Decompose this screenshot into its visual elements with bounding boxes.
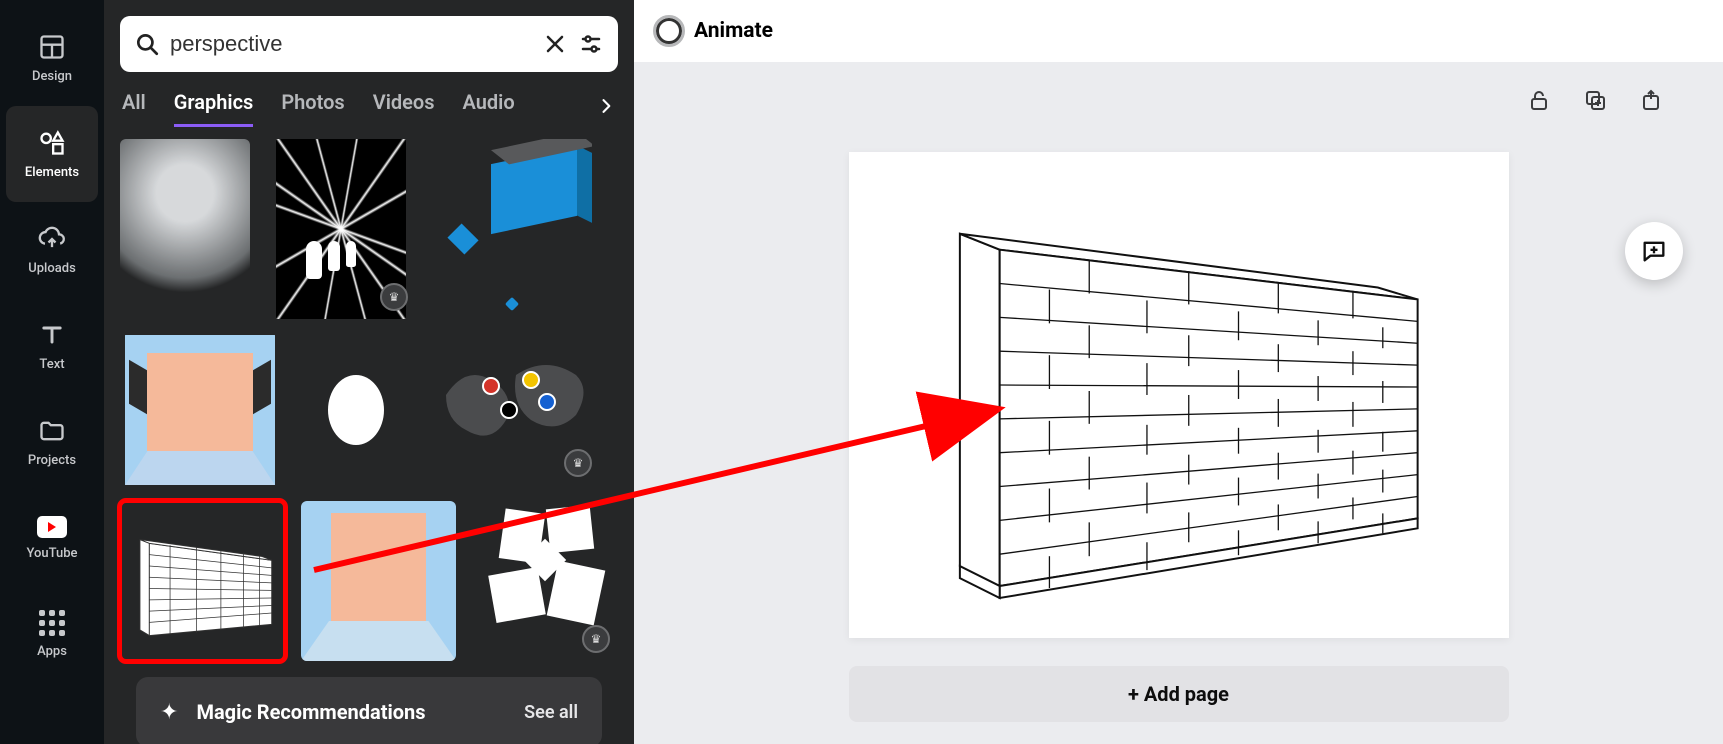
- tab-videos[interactable]: Videos: [373, 90, 435, 127]
- canvas-page[interactable]: [849, 152, 1509, 638]
- templates-icon: [38, 33, 66, 61]
- search-input[interactable]: [170, 31, 532, 57]
- rail-label: Uploads: [28, 261, 76, 276]
- elements-panel: All Graphics Photos Videos Audio ♛: [104, 0, 634, 744]
- apps-grid-icon: [39, 610, 65, 636]
- magic-recommendations-bar[interactable]: ✦ Magic Recommendations See all: [136, 677, 602, 744]
- rail-label: Design: [32, 69, 72, 84]
- sparkle-icon: ✦: [160, 700, 178, 725]
- search-icon: [134, 31, 160, 57]
- comment-add-icon: [1640, 237, 1668, 265]
- rail-label: Apps: [37, 644, 67, 659]
- duplicate-page-button[interactable]: [1581, 86, 1609, 114]
- result-shatter[interactable]: ♛: [472, 501, 618, 661]
- canvas-area: Animate: [634, 0, 1723, 744]
- result-orange-room[interactable]: [120, 335, 280, 485]
- search-filters-button[interactable]: [578, 31, 604, 57]
- rail-label: Projects: [28, 453, 76, 468]
- brick-wall-graphic[interactable]: [895, 186, 1463, 604]
- result-blue-cubes[interactable]: [432, 139, 592, 319]
- room-thumbnail: [125, 335, 275, 485]
- room-wide-thumbnail: [301, 501, 456, 661]
- rail-projects[interactable]: Projects: [6, 394, 98, 490]
- result-sculpture[interactable]: [120, 139, 250, 319]
- rail-design[interactable]: Design: [6, 10, 98, 106]
- rail-elements[interactable]: Elements: [6, 106, 98, 202]
- brick-wall-thumbnail: [123, 501, 283, 661]
- tool-rail: Design Elements Uploads Text Projects Yo…: [0, 0, 104, 744]
- result-rays-people[interactable]: ♛: [266, 139, 416, 319]
- canvas-toolbar: Animate: [634, 0, 1723, 62]
- youtube-icon: [37, 516, 67, 538]
- rail-text[interactable]: Text: [6, 298, 98, 394]
- add-page-button[interactable]: + Add page: [849, 666, 1509, 722]
- rail-uploads[interactable]: Uploads: [6, 202, 98, 298]
- cloud-upload-icon: [38, 225, 66, 253]
- lock-page-button[interactable]: [1525, 86, 1553, 114]
- result-white-ellipse[interactable]: [296, 335, 416, 485]
- rail-label: Elements: [25, 165, 79, 180]
- sculpture-thumbnail: [120, 139, 250, 319]
- result-brick-wall[interactable]: [120, 501, 285, 661]
- comment-fab[interactable]: [1625, 222, 1683, 280]
- tab-graphics[interactable]: Graphics: [174, 90, 254, 127]
- result-world-map[interactable]: ♛: [432, 335, 600, 485]
- folder-icon: [38, 417, 66, 445]
- clear-search-button[interactable]: [542, 31, 568, 57]
- magic-title: Magic Recommendations: [196, 700, 506, 724]
- results-grid: ♛: [104, 127, 634, 744]
- crown-icon: ♛: [380, 283, 408, 311]
- search-box: [120, 16, 618, 72]
- text-icon: [38, 321, 66, 349]
- export-page-button[interactable]: [1637, 86, 1665, 114]
- animate-button[interactable]: Animate: [694, 19, 773, 43]
- tab-audio[interactable]: Audio: [463, 90, 515, 127]
- animate-icon: [656, 18, 682, 44]
- see-all-link[interactable]: See all: [524, 702, 578, 723]
- elements-icon: [38, 129, 66, 157]
- result-orange-room-wide[interactable]: [301, 501, 456, 661]
- cubes-thumbnail: [437, 139, 587, 319]
- rail-youtube[interactable]: YouTube: [6, 490, 98, 586]
- rail-label: YouTube: [26, 546, 77, 561]
- tabs-scroll-right-button[interactable]: [596, 96, 616, 121]
- rail-apps[interactable]: Apps: [6, 586, 98, 682]
- crown-icon: ♛: [564, 449, 592, 477]
- element-type-tabs: All Graphics Photos Videos Audio: [104, 80, 634, 127]
- tab-photos[interactable]: Photos: [281, 90, 344, 127]
- page-tools: [1525, 86, 1665, 114]
- ellipse-thumbnail: [328, 375, 384, 445]
- rail-label: Text: [39, 357, 64, 372]
- crown-icon: ♛: [582, 625, 610, 653]
- tab-all[interactable]: All: [122, 90, 146, 127]
